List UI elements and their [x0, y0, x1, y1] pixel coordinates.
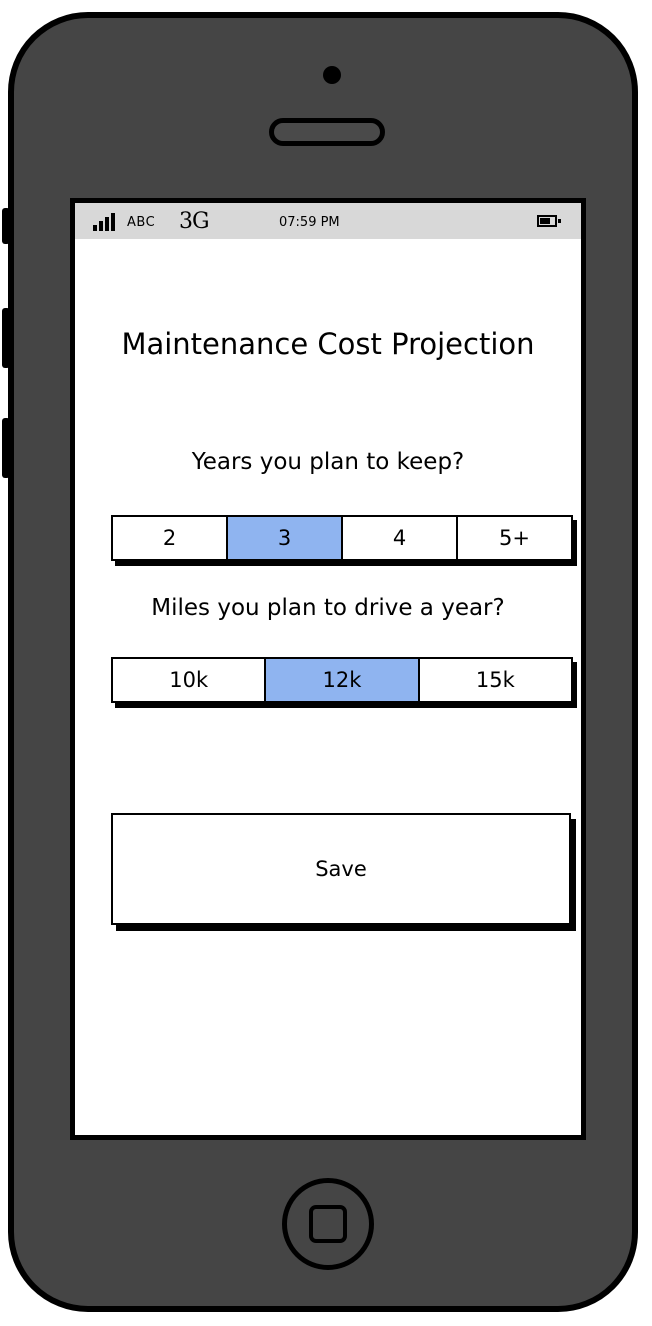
status-time: 07:59 PM: [279, 215, 340, 230]
miles-option-15k[interactable]: 15k: [420, 659, 571, 701]
miles-question: Miles you plan to drive a year?: [151, 595, 505, 621]
battery-icon: [537, 215, 561, 227]
volume-down-button: [2, 418, 10, 478]
status-bar: ABC 3G 07:59 PM: [75, 203, 581, 239]
years-option-3[interactable]: 3: [228, 517, 343, 559]
miles-option-10k[interactable]: 10k: [113, 659, 267, 701]
front-camera: [323, 66, 341, 84]
silent-switch: [2, 208, 10, 244]
carrier-label: ABC: [127, 215, 156, 230]
years-option-5-plus[interactable]: 5+: [458, 517, 571, 559]
volume-up-button: [2, 308, 10, 368]
home-square-icon: [309, 1205, 347, 1243]
years-segmented-control: 2 3 4 5+: [111, 515, 573, 561]
phone-frame: ABC 3G 07:59 PM Maintenance Cost Project…: [2, 12, 638, 1312]
miles-option-12k[interactable]: 12k: [266, 659, 420, 701]
signal-bars-icon: [93, 213, 119, 231]
network-type: 3G: [179, 209, 210, 234]
page-title: Maintenance Cost Projection: [121, 327, 535, 361]
years-option-2[interactable]: 2: [113, 517, 228, 559]
years-question: Years you plan to keep?: [191, 449, 465, 475]
save-button[interactable]: Save: [111, 813, 571, 925]
home-button-icon[interactable]: [282, 1178, 374, 1270]
miles-segmented-control: 10k 12k 15k: [111, 657, 573, 703]
phone-screen: ABC 3G 07:59 PM Maintenance Cost Project…: [70, 198, 586, 1140]
years-option-4[interactable]: 4: [343, 517, 458, 559]
earpiece-speaker: [269, 118, 385, 146]
